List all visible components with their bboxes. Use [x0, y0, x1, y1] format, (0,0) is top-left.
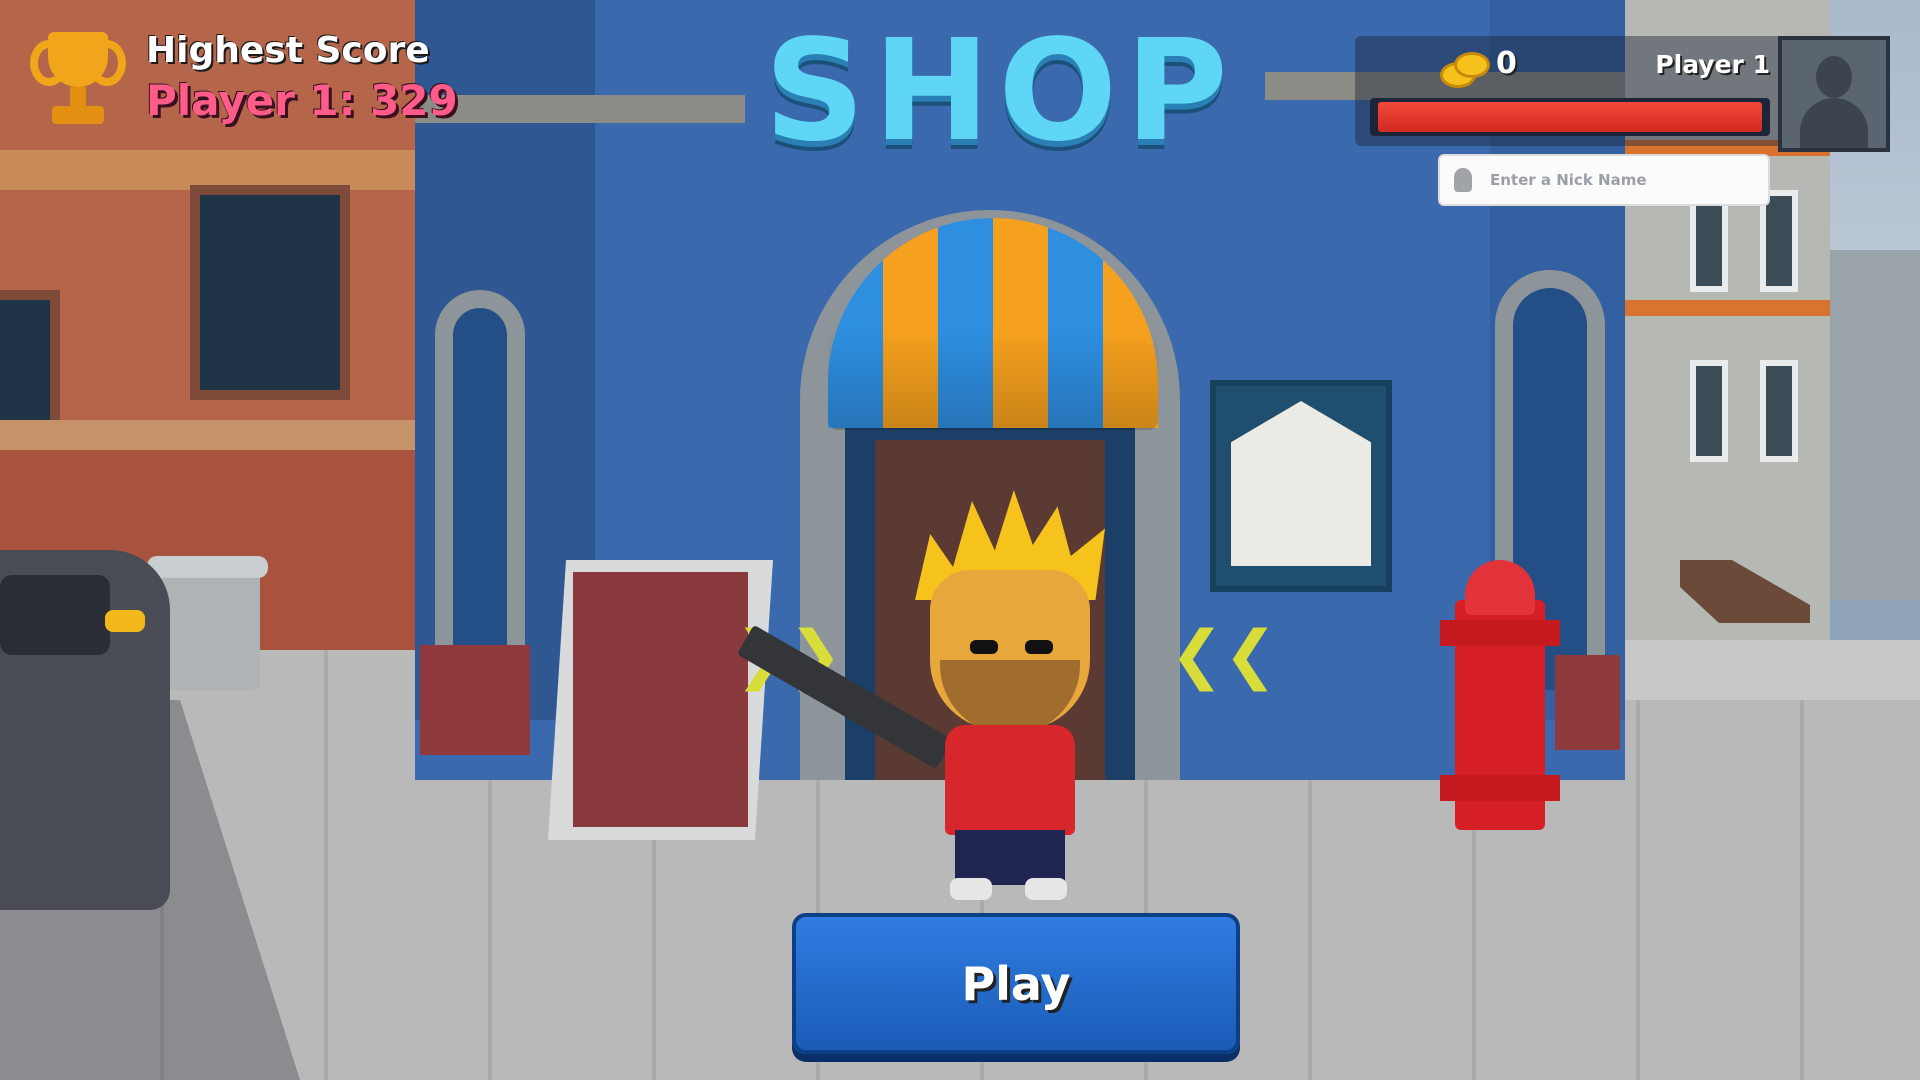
- display-stand: [548, 560, 773, 840]
- trash-can: [147, 556, 268, 690]
- avatar-icon[interactable]: [1778, 36, 1890, 152]
- player-name: Player 1: [1655, 50, 1770, 79]
- trophy-icon: [30, 32, 126, 128]
- planter-box: [420, 645, 530, 755]
- fire-hydrant: [1440, 560, 1560, 830]
- notice-board: [1210, 380, 1392, 592]
- nickname-field[interactable]: [1438, 154, 1770, 206]
- planter-box: [1555, 655, 1620, 750]
- parked-car: [0, 550, 170, 910]
- player-character: [900, 490, 1120, 910]
- side-window-arch: [435, 290, 525, 690]
- coin-count: 0: [1496, 46, 1517, 81]
- play-button[interactable]: Play: [792, 913, 1240, 1054]
- window: [1760, 360, 1798, 462]
- coins-icon: [1440, 48, 1492, 88]
- window: [1690, 360, 1728, 462]
- highest-score-label: Highest Score: [146, 30, 430, 71]
- nickname-input[interactable]: [1488, 164, 1762, 196]
- window: [190, 185, 350, 400]
- health-bar-fill: [1378, 102, 1762, 132]
- shop-title: SHOP: [764, 10, 1236, 173]
- play-button-label: Play: [961, 956, 1071, 1011]
- pipe: [415, 95, 745, 123]
- chevron-left-double-icon: ❮❮: [1170, 618, 1278, 692]
- highest-score-value: Player 1: 329: [146, 76, 458, 125]
- user-pin-icon: [1454, 168, 1472, 192]
